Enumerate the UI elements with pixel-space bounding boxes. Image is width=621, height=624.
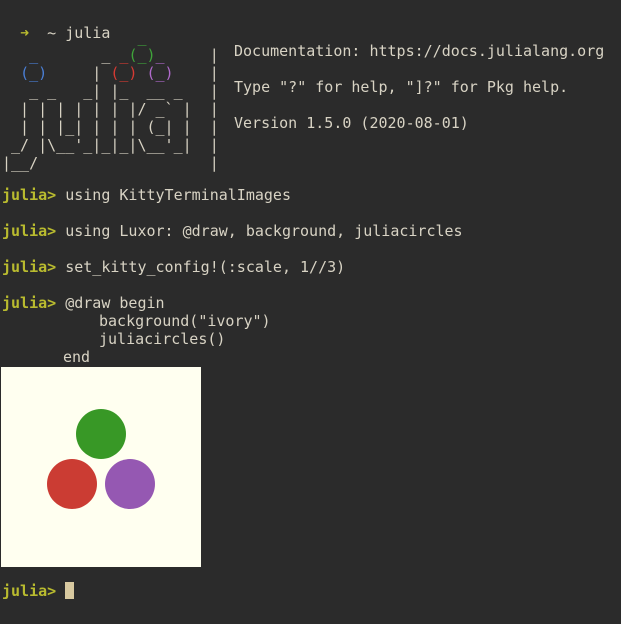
help-line: Type "?" for help, "]?" for Pkg help.: [234, 78, 569, 96]
repl-prompt: julia>: [2, 294, 57, 312]
repl-prompt: julia>: [2, 258, 57, 276]
repl-prompt: julia>: [2, 186, 57, 204]
repl-line: julia> @draw begin: [2, 294, 165, 312]
repl-line: julia> using KittyTerminalImages: [2, 186, 291, 204]
julia-ascii-logo: _ _ _ _(_)_ | (_) | (_) (_) | _ _ _| |_ …: [2, 28, 219, 172]
repl-block-line: background("ivory"): [99, 312, 271, 330]
repl-block-line: end: [63, 348, 91, 366]
repl-command: using Luxor: @draw, background, juliacir…: [65, 222, 463, 240]
julia-green-circle: [76, 409, 126, 459]
repl-command: set_kitty_config!(:scale, 1//3): [65, 258, 346, 276]
doc-line: Documentation: https://docs.julialang.or…: [234, 42, 605, 60]
repl-line: julia> using Luxor: @draw, background, j…: [2, 222, 463, 240]
repl-prompt: julia>: [2, 222, 57, 240]
repl-block-line: juliacircles(): [99, 330, 226, 348]
julia-purple-circle: [105, 459, 155, 509]
repl-input-line[interactable]: julia>: [2, 582, 75, 600]
repl-prompt: julia>: [2, 582, 57, 600]
repl-command: using KittyTerminalImages: [65, 186, 291, 204]
julia-red-circle: [47, 459, 97, 509]
shell-prompt-line: ➜ ~ julia: [2, 6, 110, 42]
repl-line: julia> set_kitty_config!(:scale, 1//3): [2, 258, 345, 276]
rendered-image: [1, 367, 201, 567]
text-cursor[interactable]: [65, 582, 75, 599]
repl-command: @draw begin: [65, 294, 165, 312]
version-line: Version 1.5.0 (2020-08-01): [234, 114, 469, 132]
